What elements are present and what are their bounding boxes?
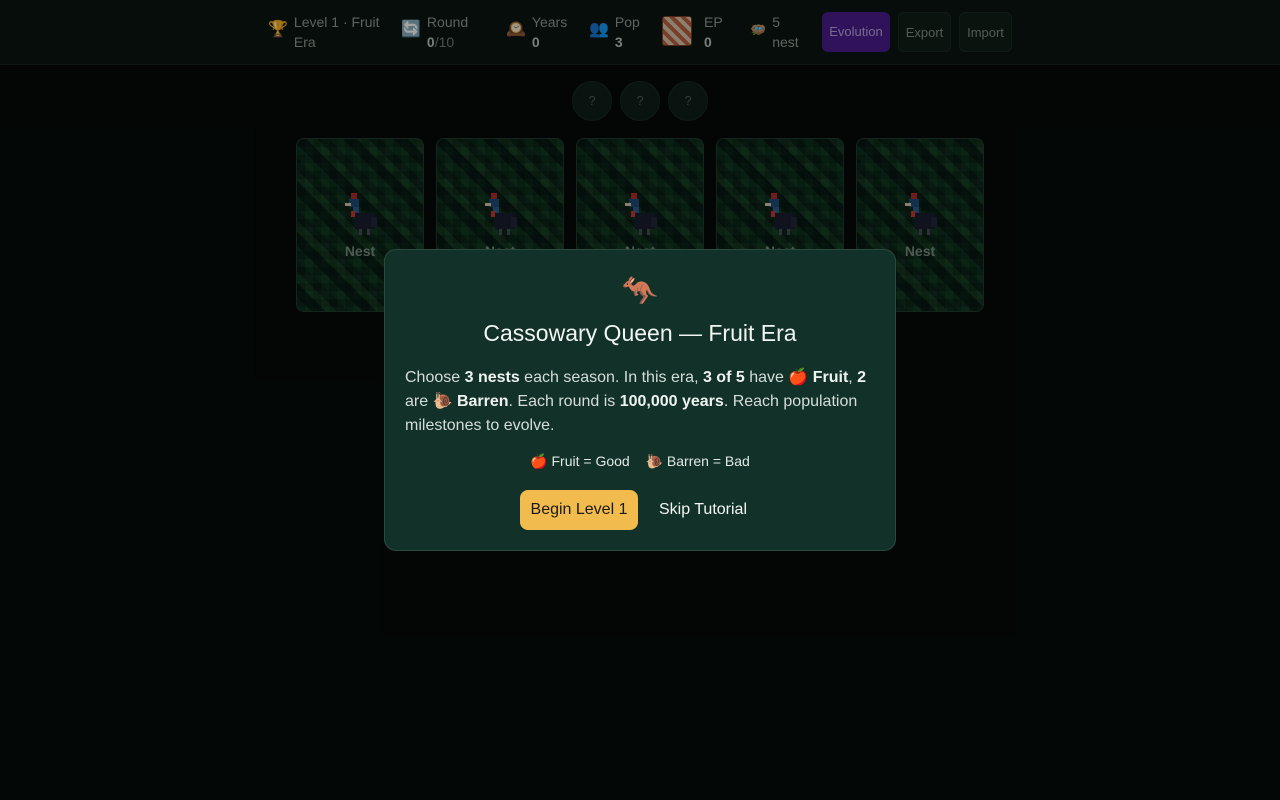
kangaroo-icon: 🦘 [621, 275, 659, 308]
body-text: Choose [405, 369, 465, 386]
body-strong: Barren [456, 393, 509, 410]
modal-description: Choose 3 nests each season. In this era,… [405, 366, 875, 438]
skip-tutorial-button[interactable]: Skip Tutorial [647, 490, 759, 530]
body-strong: 3 of 5 [702, 369, 745, 386]
tutorial-modal: 🦘 Cassowary Queen — Fruit Era Choose 3 n… [384, 249, 896, 551]
body-text: have [744, 369, 789, 386]
body-text: . Each round is [508, 393, 620, 410]
body-strong: Fruit [812, 369, 849, 386]
legend-good: 🍎 Fruit = Good [530, 453, 630, 469]
body-text: , [848, 369, 858, 386]
body-strong: 2 [857, 369, 867, 386]
snail-icon: 🐌 [432, 393, 453, 410]
apple-icon: 🍎 [788, 369, 809, 386]
modal-title: Cassowary Queen — Fruit Era [483, 320, 797, 346]
legend-bad: 🐌 Barren = Bad [645, 453, 750, 469]
body-strong: 100,000 years [619, 393, 724, 410]
begin-level-button[interactable]: Begin Level 1 [520, 490, 638, 530]
legend: 🍎 Fruit = Good 🐌 Barren = Bad [385, 453, 895, 470]
body-strong: 3 nests [464, 369, 520, 386]
body-text: are [405, 393, 433, 410]
body-text: each season. In this era, [519, 369, 703, 386]
